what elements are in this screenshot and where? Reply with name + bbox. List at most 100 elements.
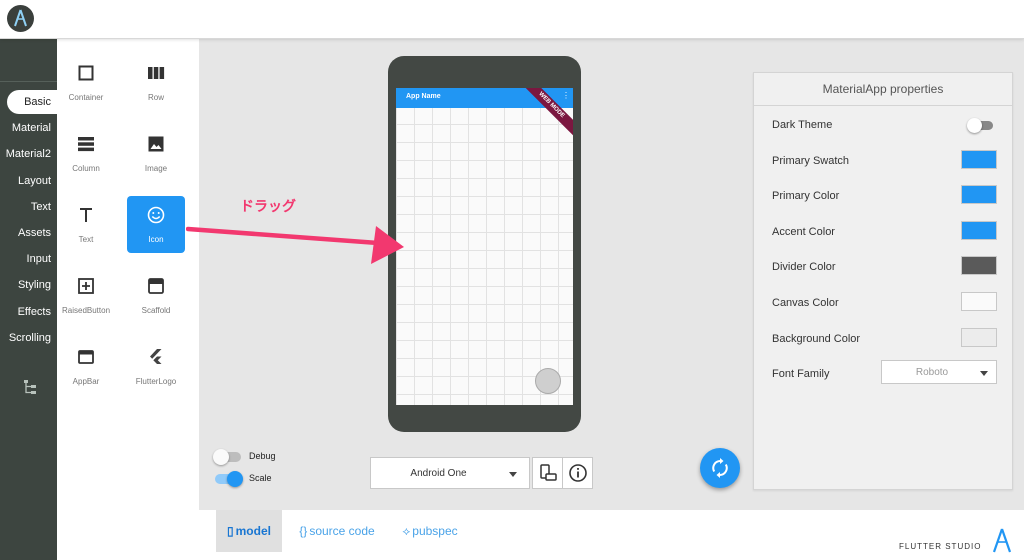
chevron-down-icon [980,371,988,377]
tab-pubspec[interactable]: ⟡ pubspec [395,510,465,552]
palette-item-label: Icon [148,235,164,244]
palette-item-image[interactable]: Image [127,125,185,182]
palette-item-label: AppBar [72,377,100,386]
property-row-primary-swatch: Primary Swatch [754,145,1012,179]
square-outline-icon [57,64,115,84]
scale-label: Scale [249,473,272,483]
tab-model-icon: ▯ [227,524,234,538]
device-select[interactable]: Android One [370,457,530,489]
palette-item-flutterlogo[interactable]: FlutterLogo [127,338,185,395]
property-label: Background Color [772,332,861,345]
sidebar-divider [0,81,57,82]
palette-item-label: FlutterLogo [135,377,177,386]
bottom-tab-bar: ▯ model {} source code ⟡ pubspec FLUTTER STUD… [199,510,1024,560]
palette-item-row[interactable]: Row [127,54,185,111]
property-row-primary-color: Primary Color [754,180,1012,214]
palette-item-container[interactable]: Container [57,54,115,111]
refresh-button[interactable] [700,448,740,488]
tab-label: pubspec [412,524,458,538]
color-swatch[interactable] [961,220,997,240]
drag-arrow-icon [186,226,404,264]
rotate-device-button[interactable] [532,457,563,489]
scaffold-icon [127,277,185,297]
property-label: Accent Color [772,225,835,238]
rotate-device-icon [540,464,557,481]
sidebar-item-input[interactable]: Input [0,247,57,271]
color-swatch[interactable] [961,149,997,169]
tab-pubspec-icon: ⟡ [402,524,411,538]
preview-floating-button[interactable] [535,368,561,394]
dark-theme-toggle[interactable] [967,118,995,133]
palette-item-label: Column [72,164,100,173]
debug-toggle[interactable] [213,449,245,465]
sidebar-item-scrolling[interactable]: Scrolling [0,326,57,350]
sidebar-item-material2[interactable]: Material2 [0,142,57,166]
row-columns-icon [127,64,185,84]
property-row-background-color: Background Color [754,323,1012,357]
app-name-title: App Name [406,93,441,100]
palette-item-label: Container [68,93,104,102]
category-sidebar: Basic Material Material2 Layout Text Assets In… [0,39,57,560]
plus-box-icon [57,277,115,297]
phone-screen[interactable]: App Name ⋮ WEB MODE [396,88,573,405]
color-swatch[interactable] [961,292,997,311]
palette-item-text[interactable]: Text [57,196,115,253]
toggle-knob [967,118,982,133]
palette-item-label: Row [147,93,164,102]
color-swatch[interactable] [961,327,997,347]
info-icon [569,464,587,482]
scale-toggle[interactable] [213,471,245,487]
property-label: Primary Color [772,190,840,203]
tab-model[interactable]: ▯ model [216,510,282,552]
flutter-studio-logo-icon [992,528,1012,553]
sync-icon [712,458,728,478]
property-label: Divider Color [772,261,836,274]
text-t-icon [57,206,115,226]
palette-item-scaffold[interactable]: Scaffold [127,267,185,324]
tab-source-code-icon: {} [299,524,308,538]
debug-toggle-knob [213,449,229,465]
tab-source-code[interactable]: {} source code [294,510,380,552]
flutter-studio-logo-icon[interactable] [7,5,34,32]
property-row-divider-color: Divider Color [754,251,1012,285]
properties-panel: MaterialApp properties Dark Theme Primary… [753,72,1013,490]
palette-item-appbar[interactable]: AppBar [57,338,115,395]
font-family-select[interactable]: Roboto [881,360,997,385]
property-row-dark-theme: Dark Theme [754,109,1012,143]
sidebar-item-styling[interactable]: Styling [0,273,57,297]
property-label: Font Family [772,368,830,381]
property-row-accent-color: Accent Color [754,216,1012,250]
property-label: Canvas Color [772,297,839,309]
flutter-logo-icon [127,348,185,368]
palette-item-label: RaisedButton [61,306,111,315]
sidebar-item-material[interactable]: Material [0,116,57,140]
device-info-button[interactable] [562,457,593,489]
property-row-font-family: Font Family Roboto [754,358,1012,392]
palette-item-icon[interactable]: Icon [127,196,185,253]
sidebar-item-text[interactable]: Text [0,195,57,219]
brand-text: FLUTTER STUDIO [899,542,982,551]
color-swatch[interactable] [961,185,997,205]
color-swatch[interactable] [961,256,997,276]
overflow-menu-icon: ⋮ [562,91,570,100]
property-label: Primary Swatch [772,154,850,167]
palette-item-label: Scaffold [141,306,171,315]
top-bar [0,0,1024,39]
debug-label: Debug [249,451,276,461]
device-select-value: Android One [410,468,467,479]
tab-label: source code [309,524,375,538]
palette-item-column[interactable]: Column [57,125,115,182]
tab-label: model [235,524,271,538]
scale-toggle-knob [227,471,243,487]
smiley-face-icon [127,206,185,226]
property-row-canvas-color: Canvas Color [754,287,1012,321]
widget-tree-icon[interactable] [22,379,38,395]
font-family-value: Roboto [915,367,949,379]
palette-item-label: Image [144,164,168,173]
image-icon [127,135,185,155]
property-label: Dark Theme [772,119,833,131]
drag-annotation-text: ドラッグ [240,198,296,214]
appbar-icon [57,348,115,368]
palette-item-raisedbutton[interactable]: RaisedButton [57,267,115,324]
column-rows-icon [57,135,115,155]
